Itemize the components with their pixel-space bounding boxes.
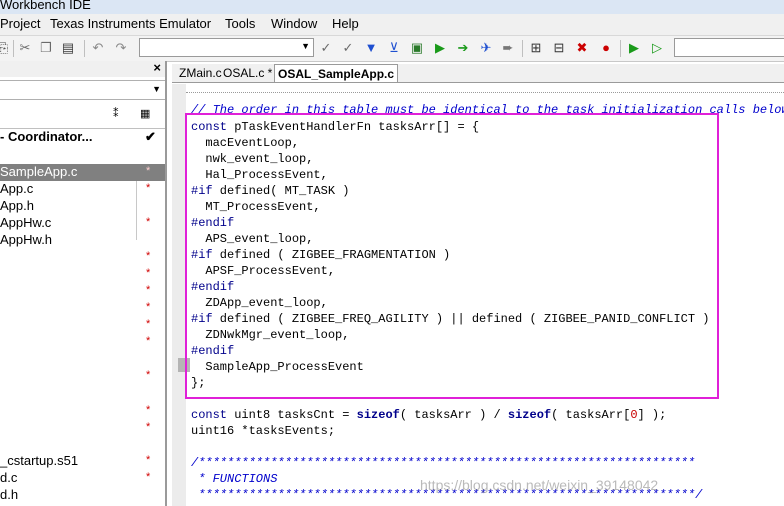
file-row[interactable]: * <box>0 249 165 266</box>
file-row[interactable]: * <box>0 368 165 385</box>
file-row[interactable]: * <box>0 300 165 317</box>
toolbar-separator <box>620 40 621 57</box>
rebuild-icon[interactable]: ➔ <box>455 40 471 56</box>
chevron-down-icon: ▼ <box>152 84 161 94</box>
save-all-icon[interactable]: ⎘ <box>0 40 11 56</box>
debug-no-download-icon[interactable]: ▷ <box>649 40 665 56</box>
menu-tools[interactable]: Tools <box>225 16 255 31</box>
breakpoints-icon[interactable]: ⊟ <box>551 40 567 56</box>
compile-icon[interactable]: ▣ <box>409 40 425 56</box>
toolbar-separator <box>522 40 523 57</box>
file-row[interactable]: * <box>0 420 165 437</box>
file-row[interactable]: * <box>0 334 165 351</box>
workspace-header: × <box>0 60 165 77</box>
chevron-down-icon: ▼ <box>301 41 310 51</box>
options-column-icon[interactable]: ⁑ <box>113 107 119 120</box>
paste-icon[interactable]: ▤ <box>60 40 76 56</box>
file-row[interactable]: d.c * <box>0 470 165 487</box>
workspace-panel: × ▼ ⁑ ▦ - Coordinator... ✔ SampleApp.c *… <box>0 60 167 506</box>
code-comment: /***************************************… <box>191 456 696 470</box>
code-line: uint16 *tasksEvents; <box>191 424 336 438</box>
toolbar-separator <box>84 40 85 57</box>
breakpoint-dot-icon[interactable]: ● <box>598 40 614 56</box>
file-row[interactable]: App.h <box>0 198 165 215</box>
file-row[interactable]: d.h <box>0 487 165 504</box>
close-icon[interactable]: × <box>153 60 161 75</box>
highlight-box <box>185 113 719 399</box>
file-row[interactable]: * <box>0 283 165 300</box>
window-title: Workbench IDE <box>0 0 91 12</box>
menu-project[interactable]: Project <box>0 16 40 31</box>
watermark: https://blog.csdn.net/weixin_39148042 <box>420 477 659 493</box>
toggle-breakpoint-icon[interactable]: ⊞ <box>528 40 544 56</box>
tab-zmain[interactable]: ZMain.c <box>176 64 225 82</box>
menu-ti-emulator[interactable]: Texas Instruments Emulator <box>50 16 211 31</box>
editor-gutter <box>172 84 186 506</box>
toolbar-combo-2[interactable] <box>674 38 784 57</box>
find-icon[interactable]: ✓ <box>340 40 356 56</box>
file-row[interactable]: SampleApp.c * <box>0 164 165 181</box>
find-in-files-icon[interactable]: ⊻ <box>386 40 402 56</box>
find-combo[interactable]: ▼ <box>139 38 314 57</box>
cut-icon[interactable]: ✂ <box>17 40 33 56</box>
file-row[interactable]: * <box>0 266 165 283</box>
toggle-bookmark-icon[interactable]: ✓ <box>318 40 334 56</box>
editor-divider <box>186 92 784 94</box>
title-bar: Workbench IDE <box>0 0 784 14</box>
goto-icon[interactable]: ▼ <box>363 40 379 56</box>
file-row[interactable]: AppHw.c * <box>0 215 165 232</box>
redo-icon[interactable]: ↷ <box>113 40 129 56</box>
toolbar: ⎘ ✂ ❐ ▤ ↶ ↷ ▼ ✓ ✓ ▼ ⊻ ▣ ▶ ➔ ✈ ➨ ⊞ ⊟ ✖ ● … <box>0 36 784 62</box>
workspace-config-dropdown[interactable]: ▼ <box>0 80 165 100</box>
tab-osal[interactable]: OSAL.c * <box>220 64 275 82</box>
project-config-row[interactable]: - Coordinator... ✔ <box>0 129 165 146</box>
code-comment: * FUNCTIONS <box>191 472 278 486</box>
stop-build-icon[interactable]: ➨ <box>500 40 516 56</box>
workspace-columns: ⁑ ▦ <box>0 102 165 129</box>
editor-tabs: ZMain.c OSAL.c * OSAL_SampleApp.c <box>172 64 784 83</box>
file-row[interactable]: App.c * <box>0 181 165 198</box>
check-icon: ✔ <box>145 129 156 144</box>
tab-osal-sampleapp[interactable]: OSAL_SampleApp.c <box>274 64 399 82</box>
download-icon[interactable]: ✈ <box>478 40 494 56</box>
toolbar-separator <box>13 40 14 57</box>
file-row[interactable]: AppHw.h <box>0 232 165 249</box>
file-row[interactable]: _cstartup.s51 * <box>0 453 165 470</box>
undo-icon[interactable]: ↶ <box>90 40 106 56</box>
debug-icon[interactable]: ▶ <box>626 40 642 56</box>
make-icon[interactable]: ▶ <box>432 40 448 56</box>
menu-bar: Project Texas Instruments Emulator Tools… <box>0 14 784 36</box>
copy-icon[interactable]: ❐ <box>38 40 54 56</box>
file-row[interactable]: * <box>0 317 165 334</box>
file-row[interactable]: * <box>0 403 165 420</box>
output-column-icon[interactable]: ▦ <box>140 107 150 120</box>
remove-breakpoints-icon[interactable]: ✖ <box>574 40 590 56</box>
code-line: const uint8 tasksCnt = sizeof( tasksArr … <box>191 408 667 422</box>
menu-window[interactable]: Window <box>271 16 317 31</box>
menu-help[interactable]: Help <box>332 16 359 31</box>
